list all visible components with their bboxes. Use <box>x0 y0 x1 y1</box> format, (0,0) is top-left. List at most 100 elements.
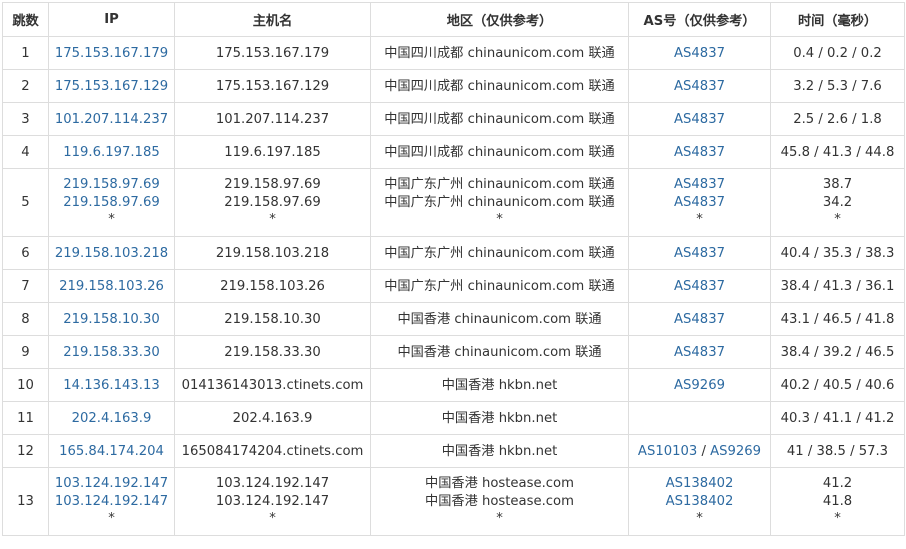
region-text: 中国香港 hkbn.net <box>441 410 558 426</box>
ip-link[interactable]: 175.153.167.179 <box>50 45 174 62</box>
hostname-cell: 219.158.33.30 <box>174 335 371 369</box>
ip-link[interactable]: 103.124.192.147 <box>50 475 174 493</box>
region-text: 中国广东广州 chinaunicom.com 联通 <box>384 177 615 193</box>
as-link[interactable]: AS10103 <box>638 444 697 459</box>
ip-link[interactable]: 119.6.197.185 <box>50 144 174 161</box>
time-cell: 3.2 / 5.3 / 7.6 <box>770 69 905 103</box>
ip-link[interactable]: 219.158.103.26 <box>50 278 174 295</box>
as-cell: AS9269 <box>628 368 771 402</box>
time-value: 45.8 / 41.3 / 44.8 <box>780 144 895 160</box>
region-cell: 中国四川成都 chinaunicom.com 联通 <box>370 69 629 103</box>
as-cell: AS4837 <box>628 335 771 369</box>
ip-link[interactable]: 101.207.114.237 <box>50 111 174 128</box>
as-cell <box>628 401 771 435</box>
table-row: 6 219.158.103.218 219.158.103.218 中国广东广州 ch… <box>2 236 905 270</box>
as-link[interactable]: AS138402 <box>666 494 734 509</box>
hostname-text: 119.6.197.185 <box>224 144 321 160</box>
as-line: AS4837 <box>630 78 770 95</box>
as-cell: AS4837 AS4837 * <box>628 168 771 237</box>
ip-cell: 101.207.114.237 <box>48 102 175 136</box>
header-hostname: 主机名 <box>174 2 371 37</box>
as-link[interactable]: AS4837 <box>674 195 725 210</box>
ip-link[interactable]: 219.158.97.69 <box>50 176 174 194</box>
as-link[interactable]: AS138402 <box>666 476 734 491</box>
table-row: 4 119.6.197.185 119.6.197.185 中国四川成都 chinau… <box>2 135 905 169</box>
hop-cell: 8 <box>2 302 49 336</box>
timeout-marker: * <box>696 511 703 527</box>
hop-cell: 13 <box>2 467 49 536</box>
region-cell: 中国广东广州 chinaunicom.com 联通 中国广东广州 chinauni… <box>370 168 629 237</box>
ip-cell: 103.124.192.147 103.124.192.147 * <box>48 467 175 536</box>
hop-cell: 7 <box>2 269 49 303</box>
time-value: 41.2 <box>822 476 853 492</box>
as-separator: / <box>697 443 711 459</box>
region-cell: 中国广东广州 chinaunicom.com 联通 <box>370 269 629 303</box>
region-text: 中国香港 hkbn.net <box>441 443 558 459</box>
as-link[interactable]: AS4837 <box>674 46 725 61</box>
as-link[interactable]: AS4837 <box>674 312 725 327</box>
as-link[interactable]: AS4837 <box>674 177 725 192</box>
ip-link[interactable]: 219.158.10.30 <box>50 311 174 328</box>
hostname-cell: 119.6.197.185 <box>174 135 371 169</box>
time-value: 38.4 / 39.2 / 46.5 <box>780 344 895 360</box>
table-row: 12 165.84.174.204 165084174204.ctinets.com… <box>2 434 905 468</box>
as-link[interactable]: AS4837 <box>674 79 725 94</box>
as-line: AS4837 <box>630 176 770 194</box>
time-cell: 40.4 / 35.3 / 38.3 <box>770 236 905 270</box>
time-value: 34.2 <box>822 194 853 210</box>
as-cell: AS4837 <box>628 269 771 303</box>
ip-cell: 219.158.103.218 <box>48 236 175 270</box>
as-cell: AS138402 AS138402 * <box>628 467 771 536</box>
region-text: 中国香港 hostease.com <box>425 476 574 492</box>
timeout-marker: * <box>269 212 276 228</box>
hostname-text: 219.158.97.69 <box>224 194 321 210</box>
time-value: 40.3 / 41.1 / 41.2 <box>780 410 895 426</box>
ip-link[interactable]: 103.124.192.147 <box>50 493 174 511</box>
as-link[interactable]: AS9269 <box>710 444 761 459</box>
region-text: 中国四川成都 chinaunicom.com 联通 <box>384 45 615 61</box>
ip-link[interactable]: 175.153.167.129 <box>50 78 174 95</box>
as-link[interactable]: AS4837 <box>674 145 725 160</box>
hostname-cell: 175.153.167.129 <box>174 69 371 103</box>
region-text: 中国香港 chinaunicom.com 联通 <box>397 344 602 360</box>
ip-cell: 219.158.103.26 <box>48 269 175 303</box>
hop-cell: 2 <box>2 69 49 103</box>
as-line: AS4837 <box>630 278 770 295</box>
hostname-text: 219.158.103.218 <box>215 245 330 261</box>
as-line: AS4837 <box>630 45 770 62</box>
as-link[interactable]: AS4837 <box>674 279 725 294</box>
as-link[interactable]: AS4837 <box>674 112 725 127</box>
hostname-cell: 165084174204.ctinets.com <box>174 434 371 468</box>
hostname-cell: 219.158.97.69 219.158.97.69 * <box>174 168 371 237</box>
as-line: AS4837 <box>630 344 770 361</box>
ip-link[interactable]: 219.158.33.30 <box>50 344 174 361</box>
region-cell: 中国香港 hkbn.net <box>370 401 629 435</box>
as-line: AS4837 <box>630 194 770 212</box>
ip-link[interactable]: 14.136.143.13 <box>50 377 174 394</box>
ip-cell: 165.84.174.204 <box>48 434 175 468</box>
region-text: 中国香港 hostease.com <box>425 493 574 509</box>
as-line: AS4837 <box>630 311 770 328</box>
timeout-marker: * <box>834 511 841 527</box>
ip-link[interactable]: 219.158.103.218 <box>50 245 174 262</box>
hostname-cell: 014136143013.ctinets.com <box>174 368 371 402</box>
table-header-row: 跳数 IP 主机名 地区（仅供参考） AS号（仅供参考） 时间（毫秒） <box>2 2 905 37</box>
hop-cell: 1 <box>2 36 49 70</box>
hop-cell: 10 <box>2 368 49 402</box>
as-cell: AS10103 / AS9269 <box>628 434 771 468</box>
ip-link[interactable]: 202.4.163.9 <box>50 410 174 427</box>
as-line: AS9269 <box>630 377 770 394</box>
time-value: 3.2 / 5.3 / 7.6 <box>793 78 882 94</box>
as-link[interactable]: AS9269 <box>674 378 725 393</box>
as-link[interactable]: AS4837 <box>674 345 725 360</box>
time-value: 38.4 / 41.3 / 36.1 <box>780 278 895 294</box>
ip-link[interactable]: 219.158.97.69 <box>50 194 174 212</box>
ip-link[interactable]: 165.84.174.204 <box>50 443 174 460</box>
table-row: 3 101.207.114.237 101.207.114.237 中国四川成都 ch… <box>2 102 905 136</box>
region-cell: 中国香港 hkbn.net <box>370 368 629 402</box>
time-value: 38.7 <box>822 177 853 193</box>
time-cell: 2.5 / 2.6 / 1.8 <box>770 102 905 136</box>
table-row: 2 175.153.167.129 175.153.167.129 中国四川成都 ch… <box>2 69 905 103</box>
as-link[interactable]: AS4837 <box>674 246 725 261</box>
hostname-cell: 103.124.192.147 103.124.192.147 * <box>174 467 371 536</box>
